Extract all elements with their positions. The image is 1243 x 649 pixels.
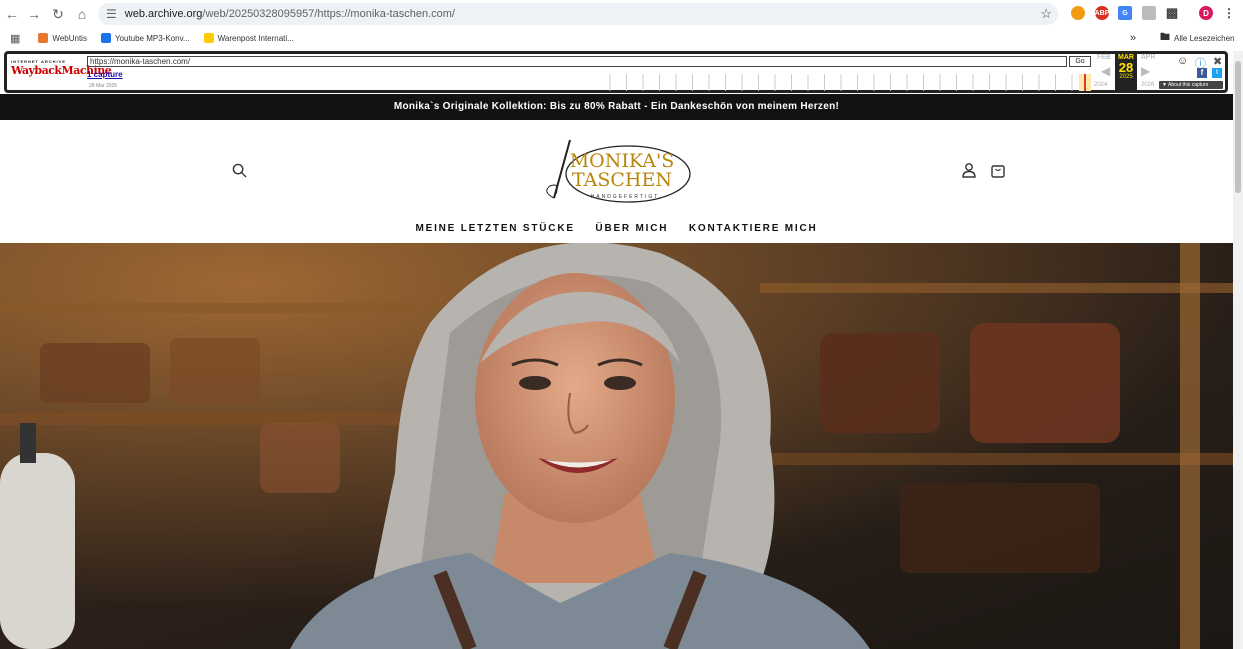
webuntis-icon (38, 33, 49, 43)
site-logo[interactable]: MONIKA'S TASCHEN HANDGEFERTIGT (536, 138, 696, 210)
search-icon[interactable] (232, 163, 247, 178)
wayback-url-input[interactable]: https://monika-taschen.com/ (87, 56, 1067, 67)
folder-icon: 🖿 (1160, 31, 1170, 43)
prev-year: 2024 (1094, 82, 1108, 88)
apps-grid-icon[interactable]: ▦ (10, 32, 20, 45)
announcement-bar: Monika`s Originale Kollektion: Bis zu 80… (0, 94, 1233, 120)
logo-subtitle: HANDGEFERTIGT (590, 194, 660, 200)
about-this-capture-button[interactable]: ▼ About this capture (1159, 81, 1223, 89)
extension-icon[interactable] (1071, 6, 1085, 20)
reload-button[interactable]: ↻ (46, 2, 70, 26)
wayback-logo[interactable]: INTERNET ARCHIVE WaybackMachine (11, 59, 112, 85)
profile-avatar[interactable]: D (1199, 6, 1213, 20)
url-path: /web/20250328095957/https://monika-tasch… (202, 8, 455, 20)
wayback-go-button[interactable]: Go (1069, 56, 1091, 67)
back-button[interactable]: ← (0, 2, 24, 26)
bookmark-warenpost[interactable]: Warenpost Internati... (203, 33, 294, 43)
all-bookmarks-button[interactable]: 🖿 Alle Lesezeichen (1160, 30, 1234, 47)
close-icon[interactable]: ✖ (1213, 55, 1222, 68)
translate-icon[interactable]: G (1118, 6, 1132, 20)
site-header: MONIKA'S TASCHEN HANDGEFERTIGT MEINE LET… (0, 120, 1233, 243)
twitter-icon[interactable]: t (1212, 68, 1222, 78)
cart-icon[interactable] (990, 162, 1006, 178)
main-nav: MEINE LETZTEN STÜCKE ÜBER MICH KONTAKTIE… (0, 223, 1233, 234)
nav-item-kontaktiere-mich[interactable]: KONTAKTIERE MICH (689, 223, 818, 234)
scrollbar-thumb[interactable] (1235, 61, 1241, 193)
wayback-logo-main: WaybackMachine (11, 64, 112, 77)
bookmark-label: Youtube MP3-Konv... (114, 33, 190, 43)
bookmark-youtube[interactable]: Youtube MP3-Konv... (100, 33, 190, 43)
next-year: 2026 (1141, 82, 1155, 88)
warenpost-icon (203, 33, 214, 43)
all-bookmarks-label: Alle Lesezeichen (1174, 33, 1235, 43)
bookmarks-overflow-button[interactable]: » (1130, 32, 1136, 44)
bookmarks-bar: ▦ WebUntis Youtube MP3-Konv... Warenpost… (0, 28, 1243, 48)
wayback-toolbar: INTERNET ARCHIVE WaybackMachine https://… (4, 51, 1228, 93)
bookmark-star-icon[interactable]: ☆ (1040, 6, 1052, 22)
url-host: web.archive.org (124, 8, 203, 20)
home-button[interactable]: ⌂ (70, 2, 94, 26)
next-month: APR (1141, 54, 1156, 61)
nav-item-meine-letzten-stuecke[interactable]: MEINE LETZTEN STÜCKE (415, 223, 574, 234)
page-scrollbar[interactable] (1233, 51, 1243, 649)
logo-line-2: TASCHEN (572, 169, 672, 191)
nav-item-ueber-mich[interactable]: ÜBER MICH (595, 223, 668, 234)
browser-toolbar: ← → ↻ ⌂ ☰ web.archive.org/web/2025032809… (0, 0, 1243, 28)
forward-button[interactable]: → (22, 2, 46, 26)
captures-link[interactable]: 1 capture (87, 70, 123, 79)
extensions-puzzle-icon[interactable]: ▩ (1165, 5, 1179, 20)
current-capture-date: MAR 28 2025 (1115, 54, 1137, 90)
facebook-icon[interactable]: f (1197, 68, 1207, 78)
next-capture-arrow-icon[interactable]: ▶ (1141, 64, 1150, 78)
account-icon[interactable]: ☺ (1177, 55, 1188, 67)
youtube-icon (100, 33, 111, 43)
menu-kebab-icon[interactable]: ⋮ (1222, 6, 1236, 20)
capture-sparkline[interactable] (182, 74, 1092, 91)
bookmark-label: Warenpost Internati... (217, 33, 294, 43)
prev-month: FEB (1097, 54, 1111, 61)
adblock-icon[interactable]: ABP (1095, 6, 1109, 20)
account-icon[interactable] (961, 162, 977, 178)
bookmark-label: WebUntis (52, 33, 87, 43)
extension-icon-2[interactable] (1142, 6, 1156, 20)
prev-capture-arrow-icon[interactable]: ◀ (1101, 64, 1110, 78)
hero-image (0, 243, 1233, 649)
current-day: 28 (1118, 60, 1134, 75)
capture-date: 28 Mar 2025 (89, 83, 118, 89)
bookmark-webuntis[interactable]: WebUntis (38, 33, 87, 43)
address-bar[interactable]: ☰ web.archive.org/web/20250328095957/htt… (98, 3, 1058, 25)
site-info-icon[interactable]: ☰ (106, 7, 117, 21)
